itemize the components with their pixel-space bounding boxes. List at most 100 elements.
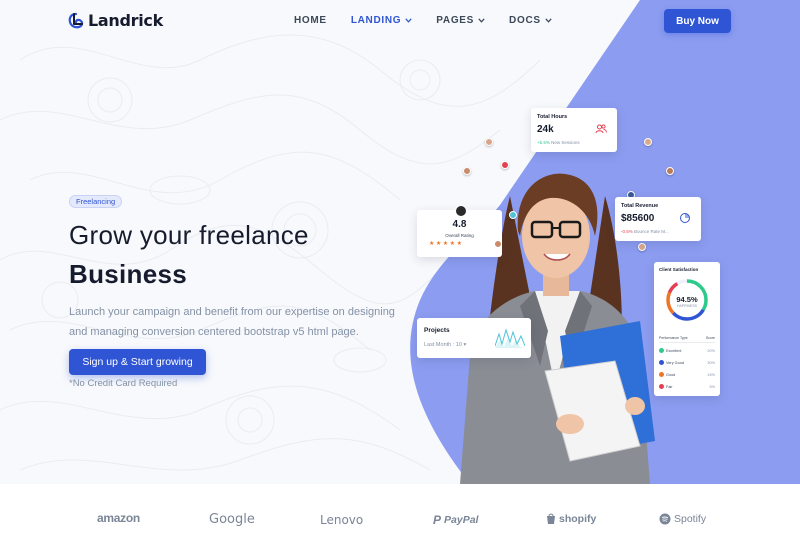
floating-avatar: [644, 138, 652, 146]
hero-description: Launch your campaign and benefit from ou…: [69, 306, 395, 338]
total-hours-title: Total Hours: [537, 114, 568, 120]
signup-button[interactable]: Sign up & Start growing: [69, 349, 206, 375]
satisfaction-row-label: Very Good: [666, 360, 684, 365]
satisfaction-row-label: Excellent: [666, 348, 682, 353]
performance-type-header: Performance Type: [659, 336, 688, 340]
total-hours-value: 24k: [537, 124, 554, 135]
shopify-bag-icon: [547, 513, 555, 524]
spotify-logo: Spotify: [674, 513, 707, 525]
good-dot-icon: [659, 372, 664, 377]
satisfaction-row: Fair 5%: [659, 384, 715, 389]
star-icon: ★: [435, 241, 443, 247]
star-icon: ★: [429, 241, 436, 247]
buy-now-button[interactable]: Buy Now: [664, 9, 731, 33]
total-hours-delta: +5.5% New Sessions: [537, 140, 580, 145]
satisfaction-row-label: Fair: [666, 384, 673, 389]
users-icon: [595, 124, 607, 134]
pie-chart-icon: [680, 213, 690, 223]
partner-shopify[interactable]: shopify: [546, 513, 596, 525]
total-hours-delta-value: +5.5%: [537, 140, 550, 145]
partner-lenovo[interactable]: Lenovo: [320, 513, 363, 527]
total-hours-delta-text: New Sessions: [551, 140, 580, 145]
floating-avatar: [638, 243, 646, 251]
total-revenue-card: Total Revenue $85600 -0.5% Bounce Rate M…: [615, 197, 701, 241]
total-revenue-delta-value: -0.5%: [621, 229, 633, 234]
brand-logo[interactable]: Landrick: [68, 11, 163, 30]
partner-spotify[interactable]: Spotify: [659, 513, 706, 525]
paypal-logo: PayPal: [444, 514, 479, 526]
total-hours-card: Total Hours 24k +5.5% New Sessions: [531, 108, 617, 152]
landrick-logo-icon: [68, 12, 84, 28]
very-good-dot-icon: [659, 360, 664, 365]
overall-rating-card: 4.8 Overall Rating ★★★★★: [417, 205, 502, 257]
nav-landing-label: LANDING: [350, 15, 402, 26]
star-icon: ★: [456, 241, 464, 247]
shopify-logo: shopify: [559, 513, 597, 525]
score-header: Score: [705, 336, 715, 340]
satisfaction-percent-label: HAPPINESS: [676, 304, 698, 308]
chevron-down-icon: [478, 18, 485, 23]
chevron-down-icon: [405, 18, 412, 23]
projects-title: Projects: [424, 327, 450, 334]
satisfaction-row: Good 15%: [659, 372, 715, 377]
client-satisfaction-card: Client Satisfaction 94.5% HAPPINESS Perf…: [654, 262, 720, 396]
rating-label: Overall Rating: [445, 233, 474, 238]
satisfaction-row: Excellent 20%: [659, 348, 715, 353]
satisfaction-row-score: 15%: [707, 372, 715, 377]
nav-home-label: HOME: [294, 15, 327, 26]
amazon-logo: amazon: [97, 511, 140, 525]
satisfaction-row-label: Good: [666, 372, 676, 377]
projects-card: Projects Last Month : 10 ▾: [417, 318, 531, 358]
lenovo-logo: Lenovo: [320, 513, 364, 527]
nav-pages[interactable]: PAGES: [436, 15, 485, 26]
satisfaction-table-header: Performance Type Score: [659, 336, 715, 343]
partners-strip: amazon Google Lenovo P PayPal shopify Sp…: [0, 484, 800, 550]
floating-avatar: [501, 161, 509, 169]
category-badge: Freelancing: [69, 195, 123, 208]
satisfaction-title: Client Satisfaction: [659, 267, 699, 272]
nav-pages-label: PAGES: [436, 15, 475, 26]
floating-avatar: [666, 167, 674, 175]
projects-sparkline: [495, 328, 525, 348]
spotify-icon: [659, 513, 671, 525]
rating-value: 4.8: [452, 219, 467, 230]
star-icon: ★: [442, 241, 450, 247]
partner-google[interactable]: Google: [209, 512, 255, 527]
fair-dot-icon: [659, 384, 664, 389]
floating-avatar: [509, 211, 517, 219]
paypal-icon: P: [433, 513, 442, 527]
satisfaction-percent: 94.5%: [676, 295, 698, 304]
nav-docs-label: DOCS: [509, 15, 541, 26]
total-revenue-value: $85600: [621, 213, 655, 224]
projects-period[interactable]: Last Month : 10 ▾: [424, 342, 466, 348]
chevron-down-icon: ▾: [463, 342, 467, 348]
partner-amazon[interactable]: amazon: [97, 511, 140, 525]
nav-docs[interactable]: DOCS: [509, 15, 552, 26]
nav-home[interactable]: HOME: [294, 15, 327, 26]
satisfaction-row-score: 20%: [707, 348, 715, 353]
nav-landing[interactable]: LANDING: [351, 15, 412, 26]
floating-avatar: [463, 167, 471, 175]
excellent-dot-icon: [659, 348, 664, 353]
rating-stars: ★★★★★: [429, 240, 463, 247]
star-icon: ★: [449, 241, 457, 247]
hero-title: Grow your freelance Business: [69, 216, 409, 294]
satisfaction-row: Very Good 30%: [659, 360, 715, 365]
chevron-down-icon: [545, 18, 552, 23]
hero-title-line2: Business: [69, 259, 188, 289]
no-credit-card-note: *No Credit Card Required: [69, 378, 178, 389]
partner-paypal[interactable]: P PayPal: [433, 513, 478, 527]
brand-name: Landrick: [88, 11, 163, 30]
total-revenue-title: Total Revenue: [621, 203, 659, 209]
total-revenue-delta-text: Bounce Rate M...: [634, 229, 669, 234]
hero-title-line1: Grow your freelance: [69, 220, 309, 250]
main-menu: HOME LANDING PAGES DOCS: [294, 15, 576, 26]
google-logo: Google: [209, 512, 255, 527]
total-revenue-delta: -0.5% Bounce Rate M...: [621, 229, 669, 234]
satisfaction-row-score: 30%: [707, 360, 715, 365]
floating-avatar: [485, 138, 493, 146]
satisfaction-row-score: 5%: [709, 384, 716, 389]
rating-avatar: [455, 205, 467, 217]
navbar: Landrick HOME LANDING PAGES DOCS Buy Now: [0, 0, 800, 42]
rating-avatar-small: [494, 240, 502, 248]
